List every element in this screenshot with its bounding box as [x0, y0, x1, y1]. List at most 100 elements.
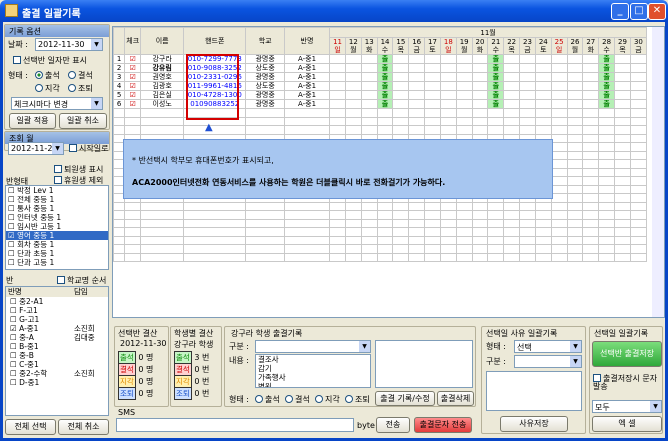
- day-cell[interactable]: [424, 63, 441, 73]
- day-cell[interactable]: [424, 81, 441, 91]
- content-item[interactable]: 결조사: [256, 355, 370, 364]
- day-cell[interactable]: [614, 54, 631, 64]
- day-cell[interactable]: [503, 63, 521, 73]
- day-cell[interactable]: [439, 63, 457, 73]
- day-cell[interactable]: 출: [376, 63, 394, 73]
- row-checkbox[interactable]: ☑: [124, 81, 142, 91]
- day-cell[interactable]: [582, 81, 600, 91]
- cancel-all-apply-button[interactable]: 일괄 취소: [59, 113, 107, 129]
- sms-input[interactable]: [116, 418, 354, 432]
- day-cell[interactable]: 출: [487, 90, 505, 100]
- day-cell[interactable]: [329, 90, 346, 100]
- class-item[interactable]: ☐ 중2-A1: [8, 297, 108, 306]
- day-cell[interactable]: [471, 90, 489, 100]
- day-cell[interactable]: [582, 99, 600, 109]
- day-cell[interactable]: [582, 90, 600, 100]
- day-cell[interactable]: [471, 81, 489, 91]
- class-item[interactable]: ☐ 중2-수학 소진희: [8, 369, 108, 378]
- day-cell[interactable]: [519, 63, 536, 73]
- day-cell[interactable]: [534, 99, 552, 109]
- day-cell[interactable]: [519, 81, 536, 91]
- day-cell[interactable]: [614, 90, 631, 100]
- day-cell[interactable]: [408, 99, 426, 109]
- day-cell[interactable]: [503, 72, 521, 82]
- day-cell[interactable]: [360, 81, 378, 91]
- class-type-item-selected[interactable]: ☑ 영어 중등 1: [6, 231, 108, 240]
- day-cell[interactable]: [534, 90, 552, 100]
- form-radio-early[interactable]: 조퇴: [345, 394, 370, 405]
- day-cell[interactable]: [629, 63, 648, 73]
- close-button[interactable]: ✕: [648, 3, 666, 20]
- day-cell[interactable]: [439, 90, 457, 100]
- day-cell[interactable]: 출: [487, 99, 505, 109]
- class-item[interactable]: ☐ 중-A 김대중: [8, 333, 108, 342]
- day-cell[interactable]: [408, 72, 426, 82]
- day-cell[interactable]: [519, 54, 536, 64]
- day-cell[interactable]: [566, 72, 584, 82]
- day-cell[interactable]: [550, 63, 568, 73]
- day-cell[interactable]: [519, 72, 536, 82]
- reason-kind-combo[interactable]: [514, 355, 582, 368]
- day-cell[interactable]: [629, 99, 648, 109]
- send-button[interactable]: 전송: [376, 417, 410, 433]
- send-absent-sms-button[interactable]: 출결문자 전송: [414, 417, 472, 433]
- day-cell[interactable]: [566, 81, 584, 91]
- day-cell[interactable]: [344, 99, 362, 109]
- day-cell[interactable]: [614, 63, 631, 73]
- day-cell[interactable]: [392, 81, 410, 91]
- class-item[interactable]: ☐ B-중1: [8, 342, 108, 351]
- day-cell[interactable]: 출: [487, 72, 505, 82]
- day-cell[interactable]: [629, 90, 648, 100]
- day-cell[interactable]: [455, 72, 473, 82]
- day-cell[interactable]: [329, 54, 346, 64]
- class-type-item[interactable]: ☐ 인터넷 중등 1: [6, 213, 108, 222]
- day-cell[interactable]: [455, 81, 473, 91]
- day-cell[interactable]: [550, 81, 568, 91]
- content-item[interactable]: 병원: [256, 382, 370, 387]
- day-cell[interactable]: 출: [598, 99, 616, 109]
- row-checkbox[interactable]: ☑: [124, 63, 142, 73]
- content-item[interactable]: 가족행사: [256, 373, 370, 382]
- day-cell[interactable]: [629, 72, 648, 82]
- maximize-button[interactable]: □: [630, 3, 648, 20]
- day-cell[interactable]: 출: [487, 81, 505, 91]
- day-cell[interactable]: [534, 81, 552, 91]
- day-cell[interactable]: [439, 54, 457, 64]
- class-item[interactable]: ☐ C-중1: [8, 360, 108, 369]
- class-type-item[interactable]: ☐ 단과 고등 1: [6, 258, 108, 267]
- class-item[interactable]: ☐ D-중1: [8, 378, 108, 387]
- cancel-all-button[interactable]: 전체 취소: [58, 419, 109, 435]
- day-cell[interactable]: [344, 54, 362, 64]
- day-cell[interactable]: [503, 90, 521, 100]
- day-cell[interactable]: [503, 54, 521, 64]
- day-cell[interactable]: [424, 54, 441, 64]
- day-cell[interactable]: [424, 90, 441, 100]
- minimize-button[interactable]: _: [611, 3, 629, 20]
- day-cell[interactable]: [360, 72, 378, 82]
- day-cell[interactable]: [566, 99, 584, 109]
- day-cell[interactable]: [471, 63, 489, 73]
- day-cell[interactable]: [439, 99, 457, 109]
- day-cell[interactable]: [471, 72, 489, 82]
- class-type-item[interactable]: ☐ 통사 중등 1: [6, 204, 108, 213]
- form-radio-late[interactable]: 지각: [315, 394, 340, 405]
- day-cell[interactable]: [550, 72, 568, 82]
- day-cell[interactable]: [408, 90, 426, 100]
- day-cell[interactable]: [566, 63, 584, 73]
- day-cell[interactable]: [455, 90, 473, 100]
- day-cell[interactable]: [392, 90, 410, 100]
- row-checkbox[interactable]: ☑: [124, 54, 142, 64]
- day-cell[interactable]: [408, 63, 426, 73]
- save-msg-checkbox[interactable]: 출결저장시 문자발송: [593, 374, 663, 391]
- day-cell[interactable]: [392, 99, 410, 109]
- day-cell[interactable]: 출: [376, 81, 394, 91]
- day-cell[interactable]: 출: [598, 63, 616, 73]
- day-cell[interactable]: [503, 81, 521, 91]
- class-type-item[interactable]: ☐ 단과 초등 1: [6, 249, 108, 258]
- form-radio-absent[interactable]: 결석: [285, 394, 310, 405]
- day-cell[interactable]: [471, 99, 489, 109]
- day-cell[interactable]: 출: [376, 90, 394, 100]
- day-cell[interactable]: [360, 63, 378, 73]
- day-cell[interactable]: [360, 99, 378, 109]
- day-cell[interactable]: 출: [598, 90, 616, 100]
